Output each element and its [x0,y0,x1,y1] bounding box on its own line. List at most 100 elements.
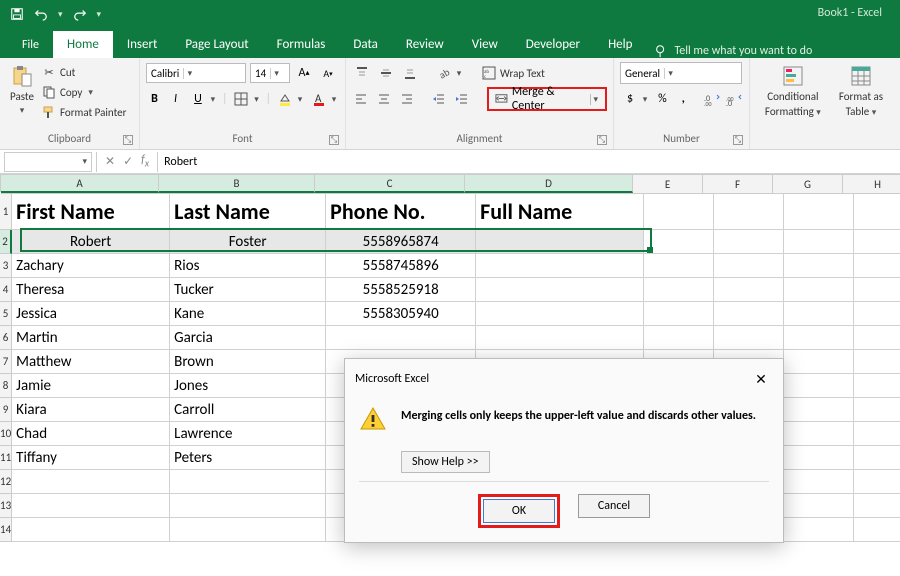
cell[interactable] [854,326,900,350]
cell[interactable]: First Name [12,194,170,230]
row-header[interactable]: 4 [0,278,12,302]
cell[interactable] [476,230,644,254]
undo-dropdown-icon[interactable]: ▾ [58,9,63,20]
cell[interactable] [476,326,644,350]
cell[interactable]: Last Name [170,194,326,230]
cell[interactable] [784,230,854,254]
enter-formula-icon[interactable]: ✓ [123,154,133,169]
row-header[interactable]: 12 [0,470,12,494]
cell[interactable] [854,278,900,302]
cell[interactable]: Foster [170,230,326,254]
cell[interactable]: Martin [12,326,170,350]
undo-icon[interactable] [34,7,48,21]
cell[interactable] [644,194,714,230]
row-header[interactable]: 6 [0,326,12,350]
cell[interactable]: Matthew [12,350,170,374]
cell[interactable] [784,278,854,302]
cell[interactable]: Garcia [170,326,326,350]
font-name-dropdown[interactable]: Calibri▾ [146,63,246,83]
cell[interactable] [714,194,784,230]
comma-format-button[interactable]: , [675,89,692,109]
tab-insert[interactable]: Insert [113,31,172,58]
cell[interactable]: 5558745896 [326,254,476,278]
align-bottom-icon[interactable] [400,63,420,83]
row-header[interactable]: 5 [0,302,12,326]
cell[interactable] [854,350,900,374]
cell[interactable]: Rios [170,254,326,278]
cell[interactable]: Robert [12,230,170,254]
cell[interactable] [784,518,854,542]
align-middle-icon[interactable] [376,63,396,83]
cell[interactable] [12,494,170,518]
cell[interactable]: 5558525918 [326,278,476,302]
cell[interactable] [170,470,326,494]
row-header[interactable]: 13 [0,494,12,518]
cell[interactable] [784,422,854,446]
cell[interactable] [854,470,900,494]
col-header-d[interactable]: D [465,175,633,193]
copy-button[interactable]: Copy▾ [42,82,126,102]
cell[interactable]: Chad [12,422,170,446]
accounting-dropdown-icon[interactable]: ▾ [640,94,650,105]
col-header-f[interactable]: F [703,175,773,193]
tab-help[interactable]: Help [594,31,646,58]
tab-formulas[interactable]: Formulas [263,31,340,58]
cell[interactable] [714,230,784,254]
underline-button[interactable]: U [188,89,208,109]
cell[interactable] [644,326,714,350]
cell[interactable]: Phone No. [326,194,476,230]
row-header[interactable]: 10 [0,422,12,446]
cell[interactable] [784,194,854,230]
cell[interactable] [644,278,714,302]
cell[interactable] [784,494,854,518]
tab-review[interactable]: Review [392,31,458,58]
decrease-indent-icon[interactable] [430,89,449,109]
decrease-font-icon[interactable]: A▾ [318,63,338,83]
underline-dropdown-icon[interactable]: ▾ [208,94,218,105]
cell[interactable]: Tiffany [12,446,170,470]
dialog-cancel-button[interactable]: Cancel [578,494,650,518]
col-header-c[interactable]: C [315,175,465,193]
cell[interactable]: Tucker [170,278,326,302]
conditional-formatting-button[interactable]: Conditional Formatting ▾ [761,62,825,120]
name-box[interactable]: ▾ [4,152,92,172]
col-header-a[interactable]: A [1,175,159,193]
qat-customize-icon[interactable]: ▾ [97,9,102,20]
tab-data[interactable]: Data [339,31,392,58]
align-top-icon[interactable] [352,63,372,83]
alignment-launcher-icon[interactable]: ⤡ [597,135,607,145]
cell[interactable] [854,374,900,398]
show-help-button[interactable]: Show Help >> [401,451,490,473]
tab-page-layout[interactable]: Page Layout [171,31,262,58]
cell[interactable] [170,494,326,518]
cell[interactable] [784,374,854,398]
increase-indent-icon[interactable] [453,89,472,109]
cancel-formula-icon[interactable]: ✕ [105,154,115,169]
col-header-e[interactable]: E [633,175,703,193]
bold-button[interactable]: B [146,89,163,109]
row-header[interactable]: 14 [0,518,12,542]
row-header[interactable]: 1 [0,194,12,230]
cell[interactable] [12,518,170,542]
merge-center-button[interactable]: Merge & Center ▾ [491,89,603,109]
wrap-text-button[interactable]: abcWrap Text [482,63,545,83]
increase-font-icon[interactable]: A▴ [294,63,314,83]
cell[interactable]: Zachary [12,254,170,278]
tab-view[interactable]: View [458,31,512,58]
redo-icon[interactable] [73,7,87,21]
save-icon[interactable] [10,7,24,21]
font-launcher-icon[interactable]: ⤡ [329,135,339,145]
cell[interactable] [784,470,854,494]
cell[interactable] [714,302,784,326]
cell[interactable] [784,350,854,374]
cut-button[interactable]: ✂Cut [42,62,126,82]
orientation-dropdown-icon[interactable]: ▾ [454,68,464,79]
cell[interactable] [644,302,714,326]
cell[interactable]: Lawrence [170,422,326,446]
percent-format-button[interactable]: % [654,89,671,109]
fill-color-dropdown-icon[interactable]: ▾ [295,94,305,105]
cell[interactable]: Brown [170,350,326,374]
font-color-button[interactable]: A [309,89,329,109]
tab-file[interactable]: File [8,32,53,58]
cell[interactable]: Kane [170,302,326,326]
